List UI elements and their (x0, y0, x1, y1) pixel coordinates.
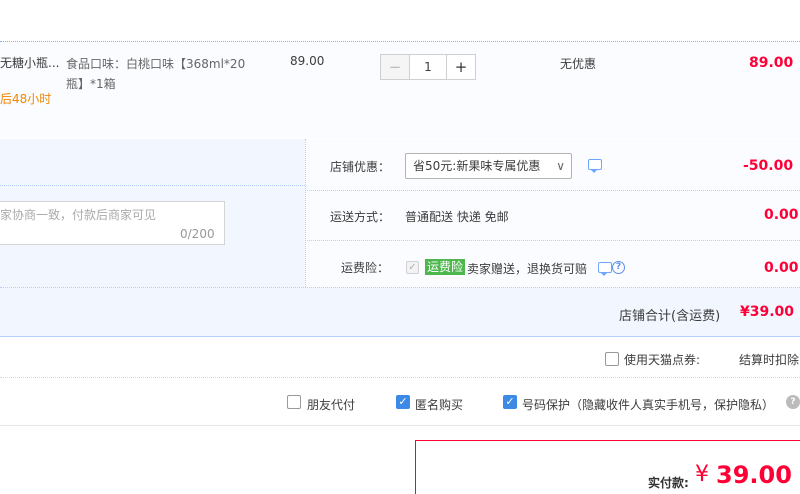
help-icon[interactable]: ? (612, 261, 625, 274)
freight-insurance-desc: 卖家赠送，退换货可赔 (467, 262, 588, 276)
use-points-label: 使用天猫点券: (624, 353, 701, 367)
anonymous-purchase-checkbox[interactable]: ✓ (396, 395, 410, 409)
delivery-promise: 后48小时 (0, 92, 52, 106)
item-sku: 食品口味：白桃口味【368ml*20瓶】*1箱 (66, 57, 246, 91)
store-total-label: 店铺合计(含运费) (619, 309, 721, 324)
chat-icon[interactable] (588, 159, 602, 173)
store-total-value: ¥39.00 (740, 304, 795, 320)
item-title[interactable]: 无糖小瓶... (0, 54, 62, 71)
friend-pay-label: 朋友代付 (307, 398, 356, 412)
shipping-method-label: 运送方式： (330, 210, 391, 224)
freight-insurance-badge: 运费险 (425, 259, 466, 275)
phone-protect-checkbox[interactable]: ✓ (503, 395, 517, 409)
freight-insurance-amount: 0.00 (764, 260, 799, 276)
divider (305, 190, 800, 191)
friend-pay-checkbox[interactable] (287, 395, 301, 409)
pay-amount: 39.00 (716, 461, 792, 489)
phone-protect-label: 号码保护（隐藏收件人真实手机号，保护隐私） (522, 398, 775, 412)
shipping-amount: 0.00 (764, 207, 799, 223)
store-discount-amount: -50.00 (743, 158, 794, 174)
pay-label: 实付款: (648, 476, 689, 490)
points-note: 结算时扣除 (739, 353, 800, 367)
freight-insurance-label: 运费险： (341, 261, 390, 275)
quantity-decrease-button[interactable]: − (380, 54, 410, 80)
item-total: 89.00 (749, 55, 794, 71)
item-unit-price: 89.00 (290, 54, 325, 68)
quantity-increase-button[interactable]: + (446, 54, 476, 80)
divider (305, 240, 800, 241)
store-discount-value: 省50元:新果味专属优惠 (413, 159, 541, 173)
message-char-count: 0/200 (180, 227, 215, 241)
freight-insurance-checkbox: ✓ (406, 261, 419, 274)
shipping-method-value: 普通配送 快递 免邮 (405, 210, 509, 224)
item-promo: 无优惠 (560, 57, 597, 71)
buyer-message-placeholder: 家协商一致，付款后商家可见 (0, 208, 157, 222)
anonymous-purchase-label: 匿名购买 (415, 398, 464, 412)
pay-currency: ¥ (695, 462, 709, 487)
use-points-checkbox[interactable] (605, 352, 619, 366)
chevron-down-icon: ∨ (556, 159, 565, 173)
divider (0, 377, 800, 378)
chat-icon[interactable] (598, 262, 612, 276)
order-item-row: 无糖小瓶... 后48小时 食品口味：白桃口味【368ml*20瓶】*1箱 89… (0, 41, 800, 138)
quantity-input[interactable]: 1 (410, 54, 446, 80)
store-discount-select[interactable]: 省50元:新果味专属优惠 ∨ (405, 153, 572, 179)
help-icon[interactable]: ? (786, 395, 800, 409)
store-discount-label: 店铺优惠： (330, 160, 391, 174)
header-area (0, 0, 800, 41)
divider (0, 425, 800, 426)
divider (0, 185, 305, 186)
